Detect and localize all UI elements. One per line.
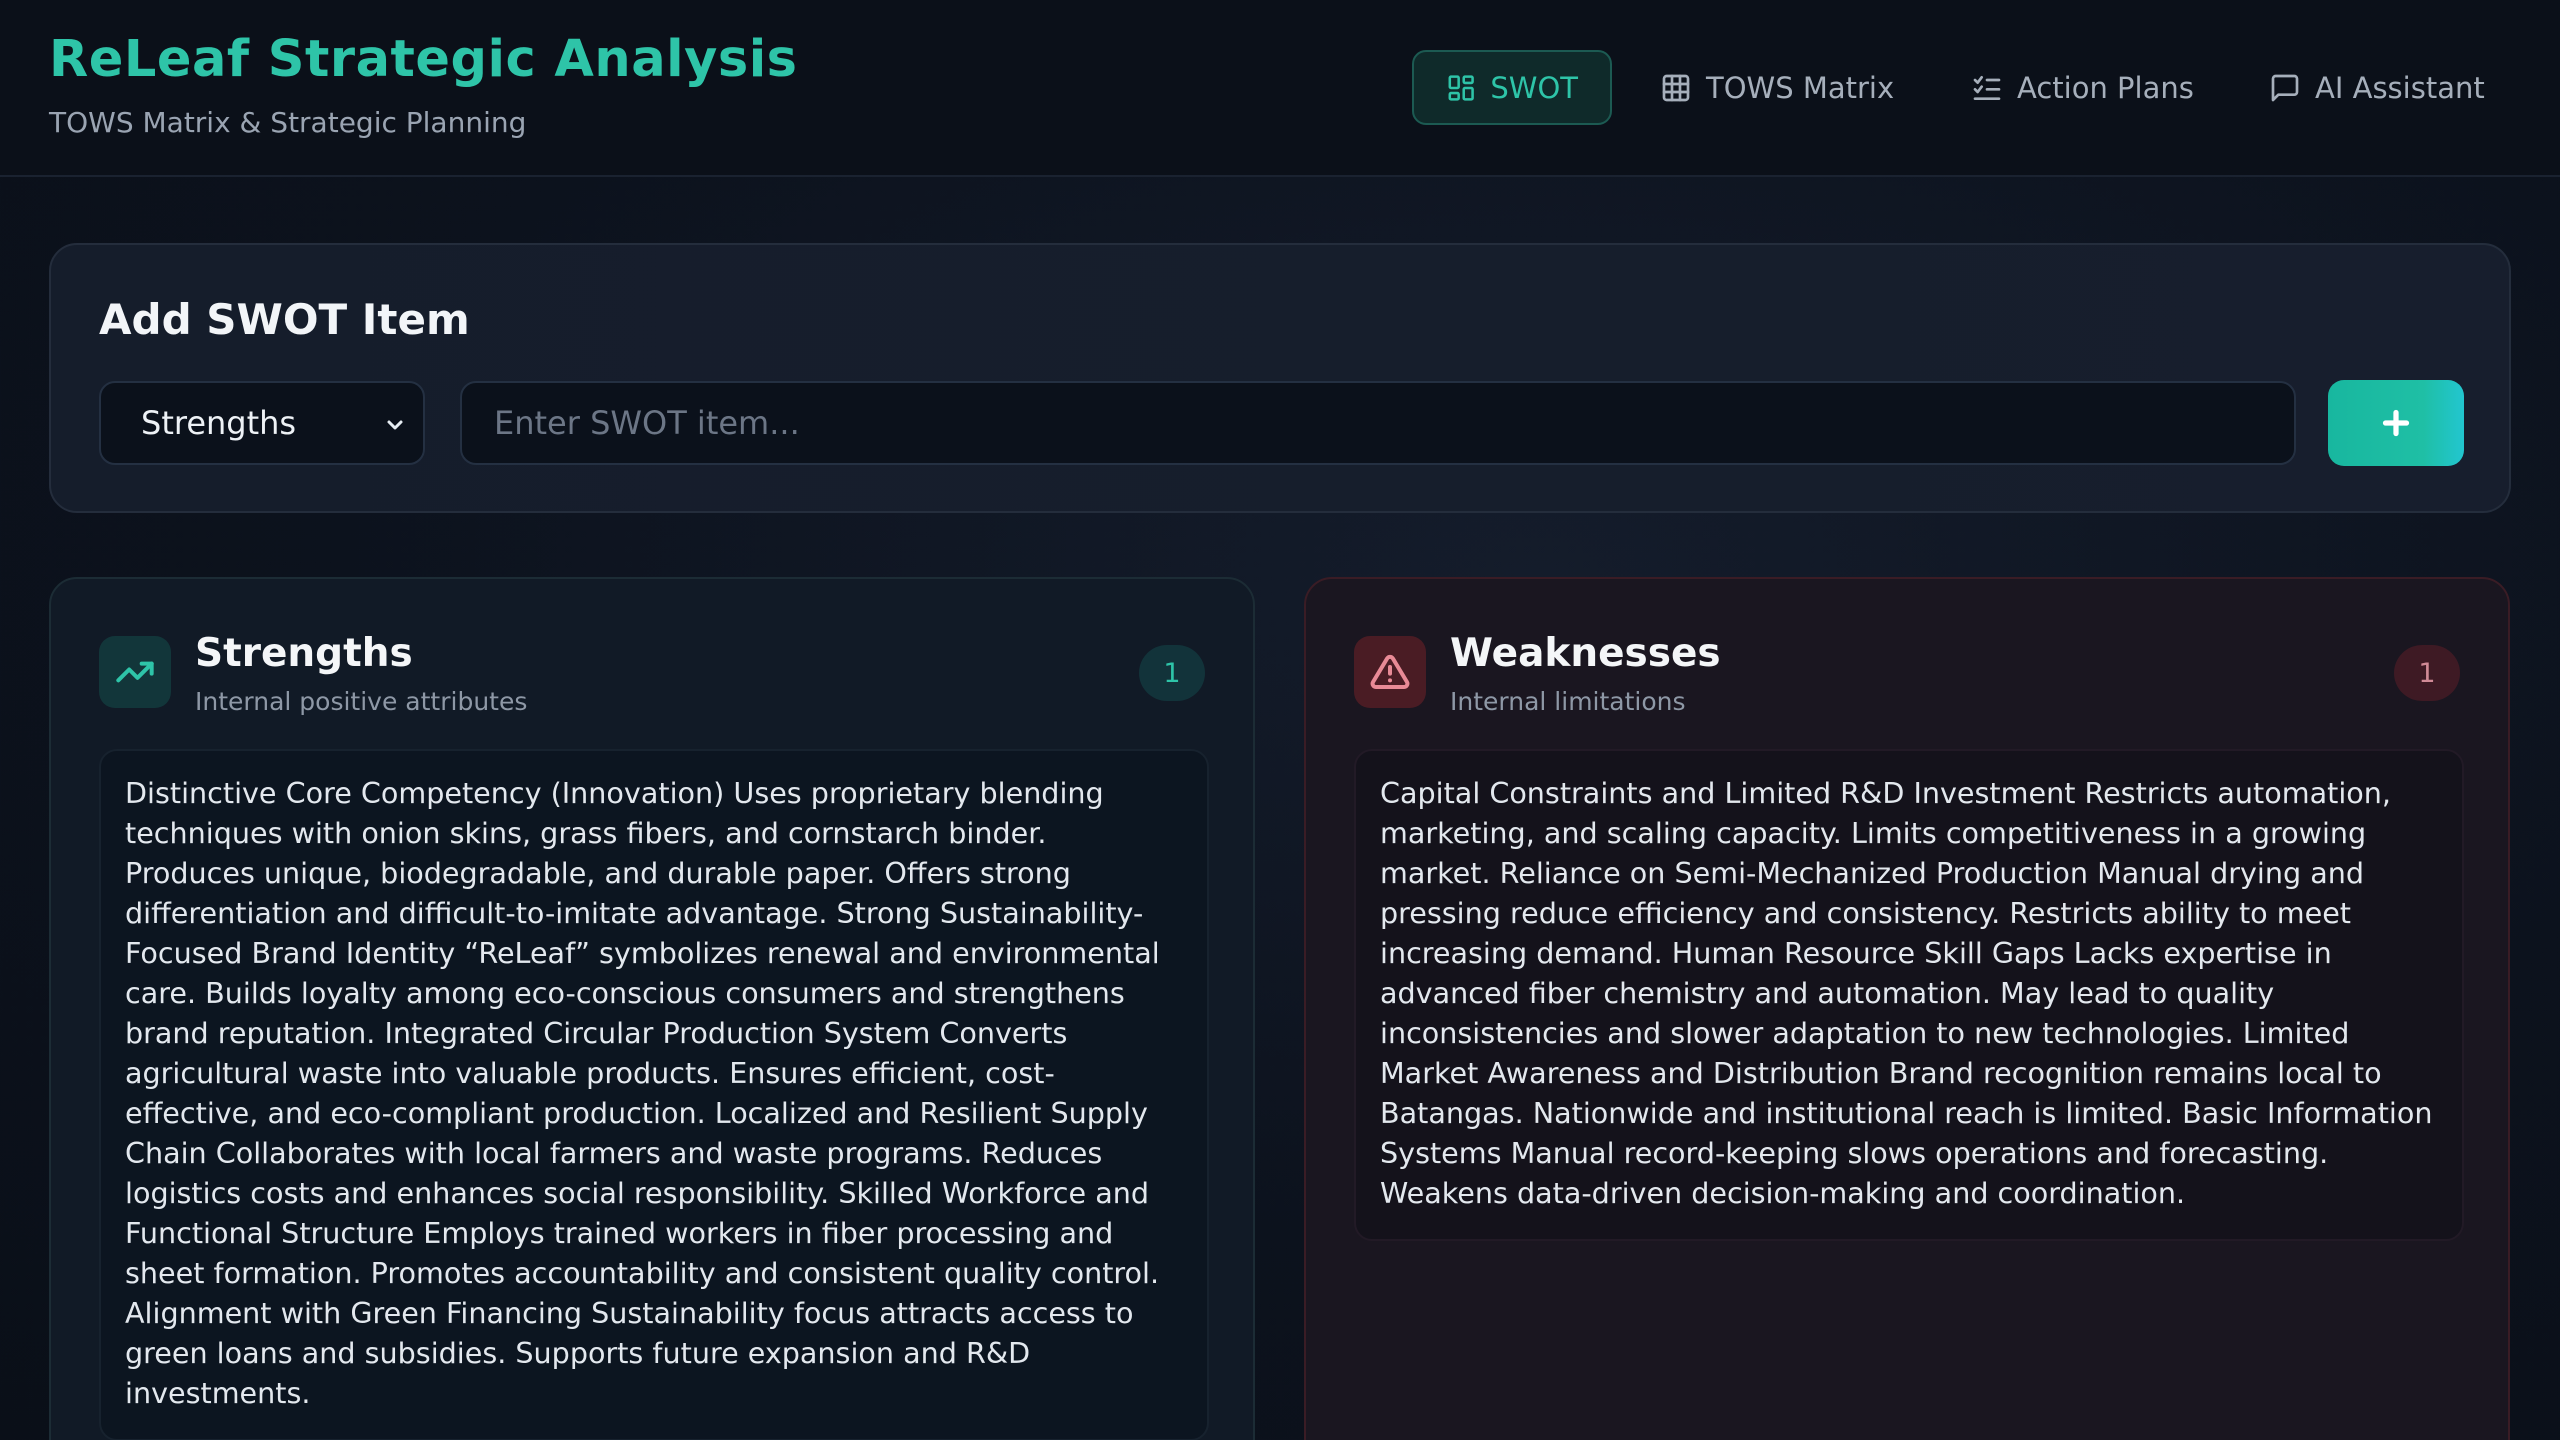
chevron-down-icon bbox=[387, 420, 403, 430]
grid-icon bbox=[1448, 74, 1474, 101]
chat-icon bbox=[2271, 74, 2299, 101]
nav-tab-tows-matrix[interactable]: TOWS Matrix bbox=[1628, 50, 1926, 125]
nav-tab-label: Action Plans bbox=[2017, 70, 2194, 105]
list-checks-icon bbox=[1973, 75, 2001, 100]
add-item-button[interactable] bbox=[2328, 380, 2464, 466]
strengths-subtitle: Internal positive attributes bbox=[195, 687, 528, 716]
nav-tab-label: TOWS Matrix bbox=[1706, 70, 1895, 105]
plus-icon bbox=[2382, 409, 2410, 437]
strengths-list-item[interactable]: Distinctive Core Competency (Innovation)… bbox=[99, 749, 1209, 1440]
strengths-title: Strengths bbox=[195, 631, 413, 676]
app-title: ReLeaf Strategic Analysis bbox=[49, 30, 798, 89]
nav-tab-swot[interactable]: SWOT bbox=[1412, 50, 1612, 125]
table-icon bbox=[1662, 74, 1690, 101]
weaknesses-title: Weaknesses bbox=[1450, 631, 1721, 676]
strengths-count-badge: 1 bbox=[1139, 645, 1205, 701]
add-panel-title: Add SWOT Item bbox=[99, 295, 470, 344]
weaknesses-card: Weaknesses Internal limitations 1 Capita… bbox=[1304, 577, 2510, 1440]
category-select-value: Strengths bbox=[141, 404, 297, 442]
alert-triangle-icon bbox=[1370, 654, 1410, 689]
weaknesses-subtitle: Internal limitations bbox=[1450, 687, 1686, 716]
app-subtitle: TOWS Matrix & Strategic Planning bbox=[49, 106, 527, 139]
category-select[interactable]: Strengths bbox=[99, 381, 425, 465]
strengths-card: Strengths Internal positive attributes 1… bbox=[49, 577, 1255, 1440]
strengths-icon-badge bbox=[99, 636, 171, 708]
nav-tab-action-plans[interactable]: Action Plans bbox=[1939, 50, 2226, 125]
nav-tab-ai-assistant[interactable]: AI Assistant bbox=[2237, 50, 2517, 125]
swot-item-input[interactable] bbox=[460, 381, 2296, 465]
nav-tab-label: SWOT bbox=[1490, 70, 1578, 105]
app-header: ReLeaf Strategic Analysis TOWS Matrix & … bbox=[0, 0, 2560, 177]
trending-up-icon bbox=[116, 661, 154, 683]
weaknesses-icon-badge bbox=[1354, 636, 1426, 708]
weaknesses-count-badge: 1 bbox=[2394, 645, 2460, 701]
weaknesses-list-item[interactable]: Capital Constraints and Limited R&D Inve… bbox=[1354, 749, 2464, 1241]
add-swot-panel: Add SWOT Item Strengths bbox=[49, 243, 2511, 513]
nav-tab-label: AI Assistant bbox=[2315, 70, 2485, 105]
